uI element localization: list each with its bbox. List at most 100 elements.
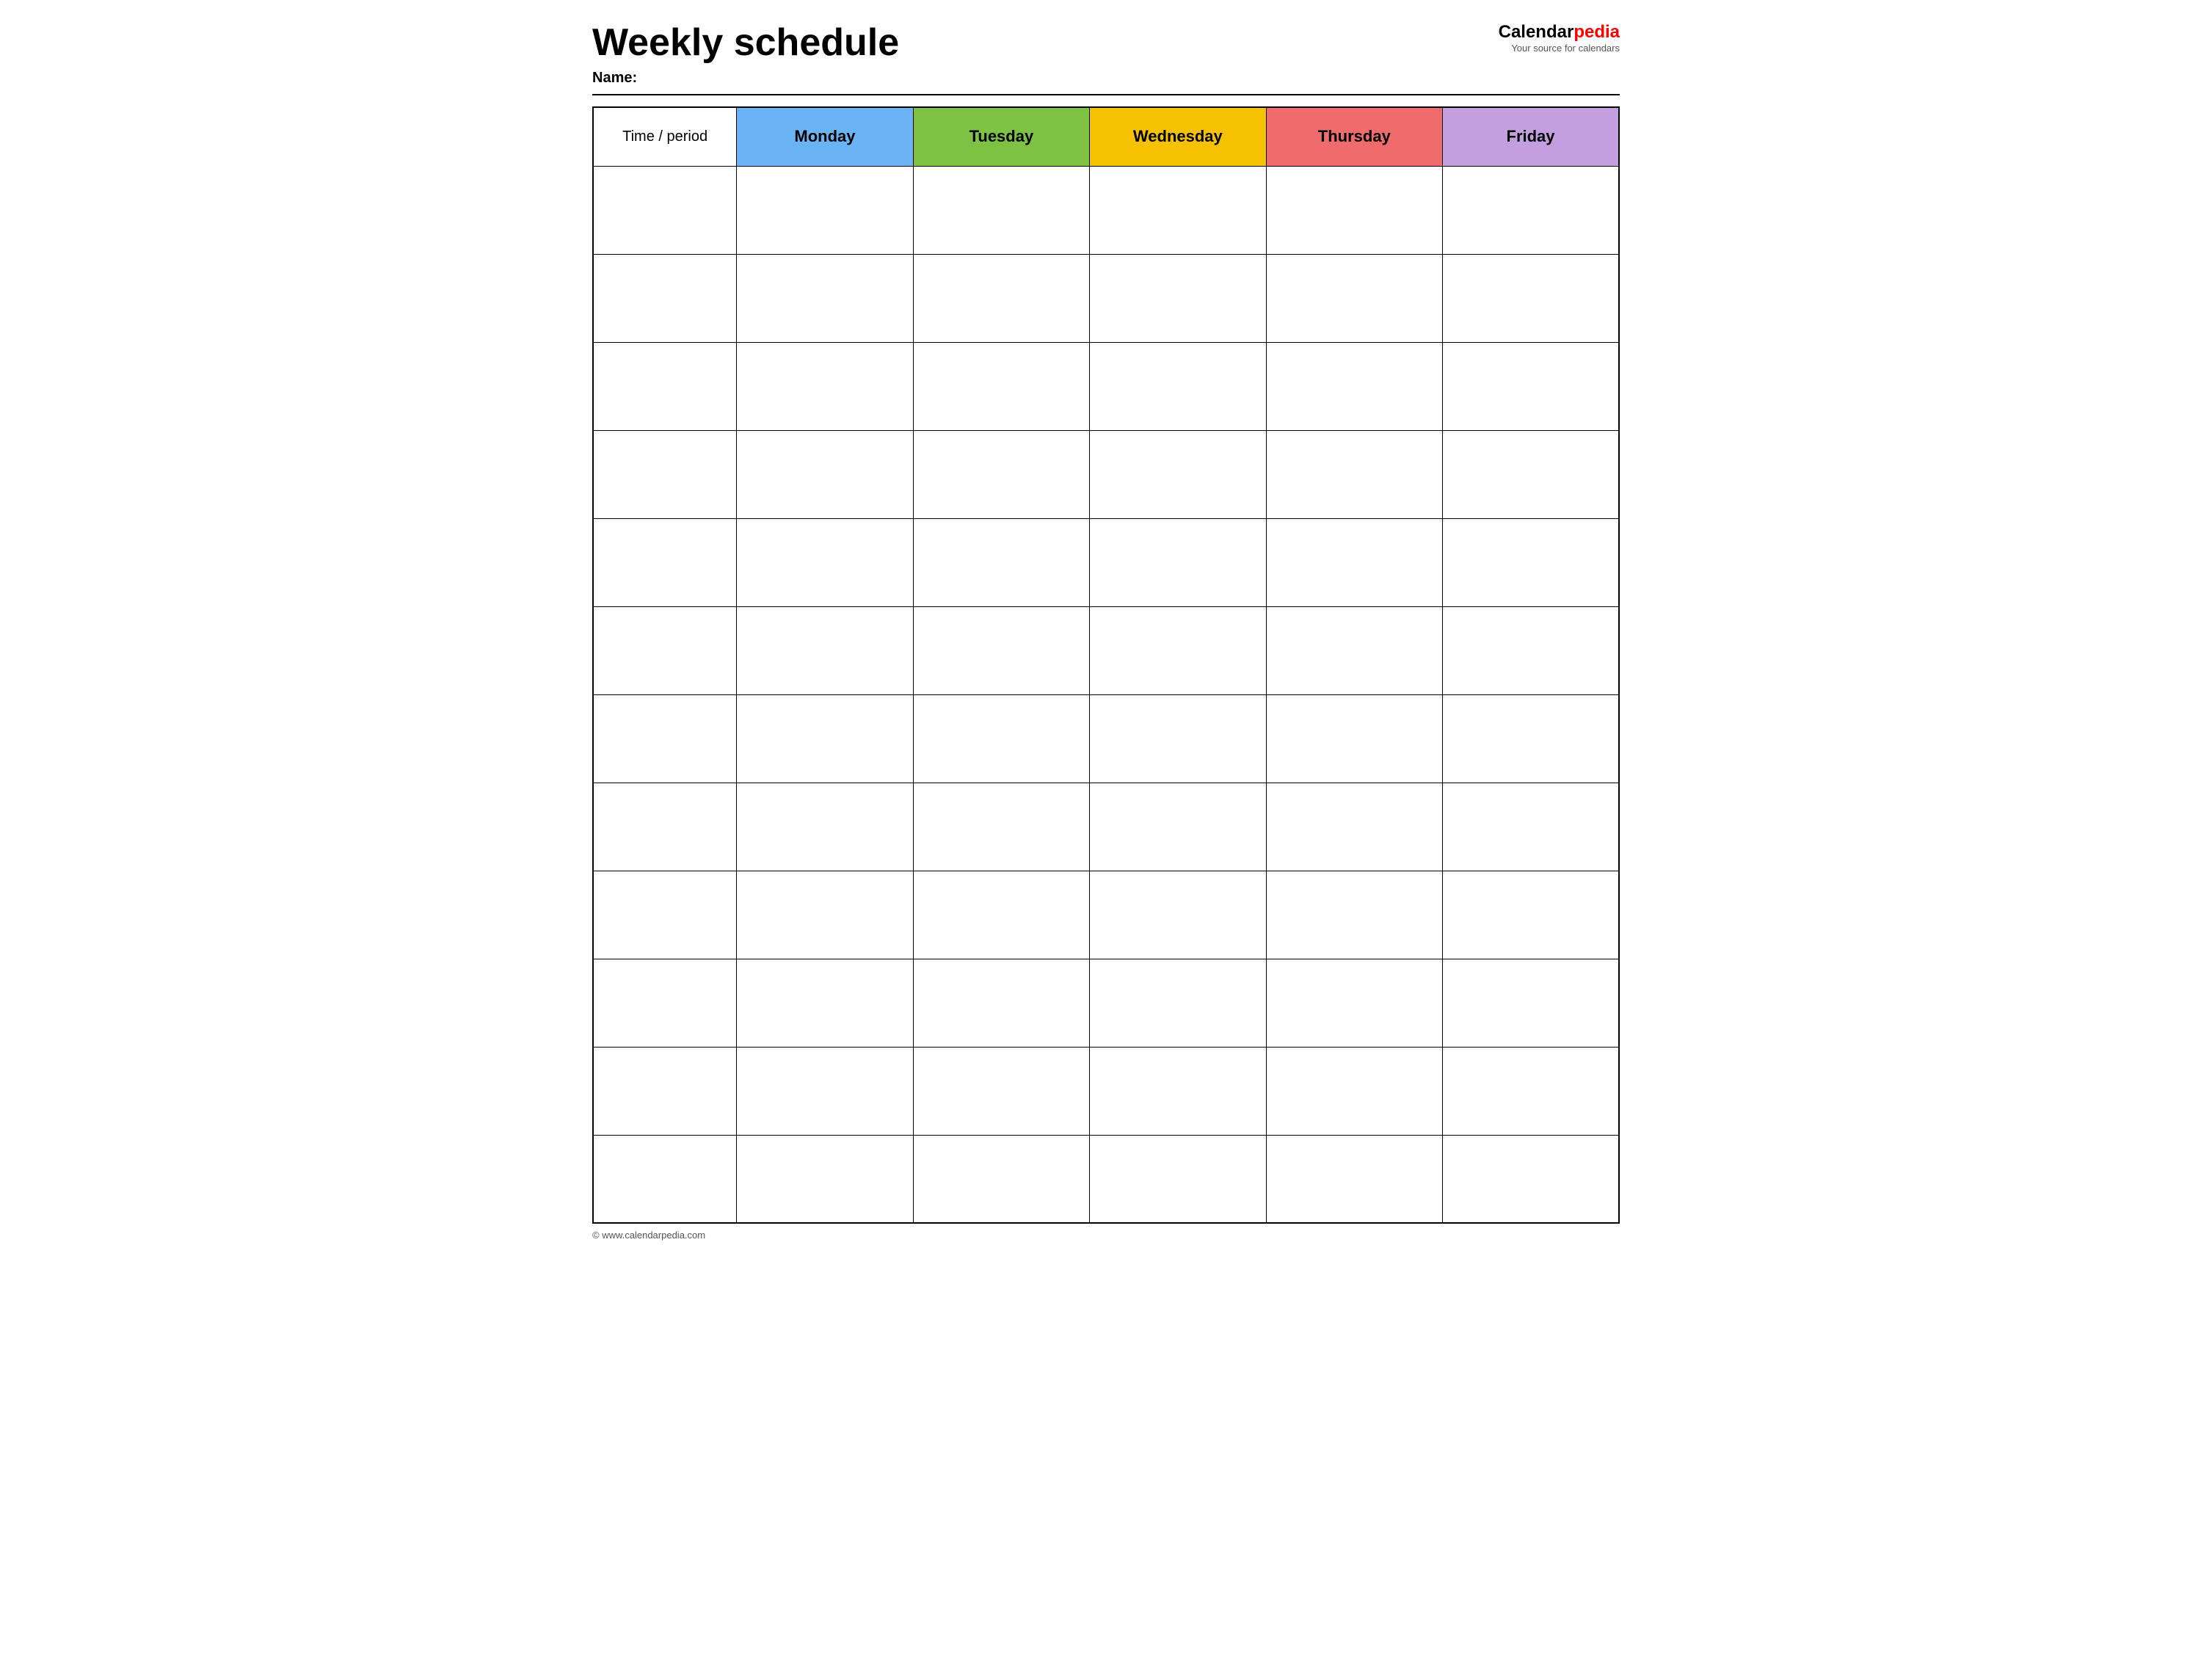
table-cell[interactable] xyxy=(593,694,737,783)
table-cell[interactable] xyxy=(737,518,913,606)
table-cell[interactable] xyxy=(1090,783,1266,871)
table-cell[interactable] xyxy=(1443,783,1619,871)
header-section: Weekly schedule Name: Calendarpedia Your… xyxy=(592,22,1620,87)
table-cell[interactable] xyxy=(1443,871,1619,959)
table-cell[interactable] xyxy=(593,783,737,871)
table-cell[interactable] xyxy=(1090,518,1266,606)
table-cell[interactable] xyxy=(1443,1135,1619,1223)
table-cell[interactable] xyxy=(593,606,737,694)
table-cell[interactable] xyxy=(593,254,737,342)
table-cell[interactable] xyxy=(1266,430,1442,518)
table-cell[interactable] xyxy=(1266,1135,1442,1223)
table-cell[interactable] xyxy=(1090,1135,1266,1223)
table-cell[interactable] xyxy=(1266,959,1442,1047)
table-cell[interactable] xyxy=(1266,1047,1442,1135)
col-header-tuesday: Tuesday xyxy=(913,107,1089,166)
table-cell[interactable] xyxy=(913,1047,1089,1135)
table-cell[interactable] xyxy=(913,606,1089,694)
table-cell[interactable] xyxy=(737,694,913,783)
table-cell[interactable] xyxy=(593,342,737,430)
table-cell[interactable] xyxy=(1266,606,1442,694)
table-cell[interactable] xyxy=(737,342,913,430)
table-cell[interactable] xyxy=(737,1047,913,1135)
table-cell[interactable] xyxy=(1266,694,1442,783)
col-header-monday: Monday xyxy=(737,107,913,166)
page-title: Weekly schedule xyxy=(592,22,899,64)
schedule-body xyxy=(593,166,1619,1223)
table-cell[interactable] xyxy=(593,959,737,1047)
col-header-wednesday: Wednesday xyxy=(1090,107,1266,166)
table-cell[interactable] xyxy=(913,254,1089,342)
table-cell[interactable] xyxy=(593,518,737,606)
table-cell[interactable] xyxy=(913,430,1089,518)
table-cell[interactable] xyxy=(593,166,737,254)
table-cell[interactable] xyxy=(913,518,1089,606)
name-label: Name: xyxy=(592,70,899,87)
table-cell[interactable] xyxy=(1443,694,1619,783)
table-cell[interactable] xyxy=(737,606,913,694)
table-cell[interactable] xyxy=(737,430,913,518)
table-cell[interactable] xyxy=(1443,166,1619,254)
table-row xyxy=(593,606,1619,694)
table-cell[interactable] xyxy=(593,871,737,959)
table-cell[interactable] xyxy=(1443,959,1619,1047)
table-cell[interactable] xyxy=(913,871,1089,959)
table-cell[interactable] xyxy=(737,1135,913,1223)
table-cell[interactable] xyxy=(1443,606,1619,694)
table-cell[interactable] xyxy=(1090,254,1266,342)
table-row xyxy=(593,783,1619,871)
title-area: Weekly schedule Name: xyxy=(592,22,899,87)
table-row xyxy=(593,1135,1619,1223)
table-cell[interactable] xyxy=(593,430,737,518)
table-cell[interactable] xyxy=(1090,166,1266,254)
table-row xyxy=(593,1047,1619,1135)
table-cell[interactable] xyxy=(1266,871,1442,959)
table-cell[interactable] xyxy=(593,1135,737,1223)
table-cell[interactable] xyxy=(913,694,1089,783)
logo-calendar: Calendar xyxy=(1499,22,1574,42)
table-cell[interactable] xyxy=(913,783,1089,871)
table-cell[interactable] xyxy=(1266,254,1442,342)
table-cell[interactable] xyxy=(913,959,1089,1047)
header-row: Time / period Monday Tuesday Wednesday T… xyxy=(593,107,1619,166)
table-cell[interactable] xyxy=(737,959,913,1047)
page-container: Weekly schedule Name: Calendarpedia Your… xyxy=(592,22,1620,1241)
logo-text: Calendarpedia xyxy=(1499,22,1620,43)
table-cell[interactable] xyxy=(1443,342,1619,430)
footer-url: © www.calendarpedia.com xyxy=(592,1230,1620,1241)
header-divider xyxy=(592,94,1620,95)
table-cell[interactable] xyxy=(1090,606,1266,694)
table-cell[interactable] xyxy=(1266,518,1442,606)
table-row xyxy=(593,342,1619,430)
table-row xyxy=(593,871,1619,959)
logo-area: Calendarpedia Your source for calendars xyxy=(1499,22,1620,54)
col-header-thursday: Thursday xyxy=(1266,107,1442,166)
table-cell[interactable] xyxy=(1443,1047,1619,1135)
table-row xyxy=(593,166,1619,254)
col-header-time: Time / period xyxy=(593,107,737,166)
table-cell[interactable] xyxy=(913,1135,1089,1223)
table-cell[interactable] xyxy=(913,166,1089,254)
table-cell[interactable] xyxy=(1090,430,1266,518)
table-cell[interactable] xyxy=(1266,166,1442,254)
table-cell[interactable] xyxy=(737,166,913,254)
table-cell[interactable] xyxy=(737,783,913,871)
table-cell[interactable] xyxy=(1090,694,1266,783)
table-cell[interactable] xyxy=(1090,959,1266,1047)
col-header-friday: Friday xyxy=(1443,107,1619,166)
table-row xyxy=(593,518,1619,606)
table-cell[interactable] xyxy=(1443,254,1619,342)
table-cell[interactable] xyxy=(1266,783,1442,871)
table-cell[interactable] xyxy=(1090,342,1266,430)
table-row xyxy=(593,694,1619,783)
table-cell[interactable] xyxy=(1090,871,1266,959)
table-cell[interactable] xyxy=(737,871,913,959)
logo-pedia: pedia xyxy=(1573,22,1620,42)
table-cell[interactable] xyxy=(913,342,1089,430)
table-cell[interactable] xyxy=(1090,1047,1266,1135)
table-cell[interactable] xyxy=(1443,430,1619,518)
table-cell[interactable] xyxy=(1266,342,1442,430)
table-cell[interactable] xyxy=(593,1047,737,1135)
table-cell[interactable] xyxy=(1443,518,1619,606)
table-cell[interactable] xyxy=(737,254,913,342)
